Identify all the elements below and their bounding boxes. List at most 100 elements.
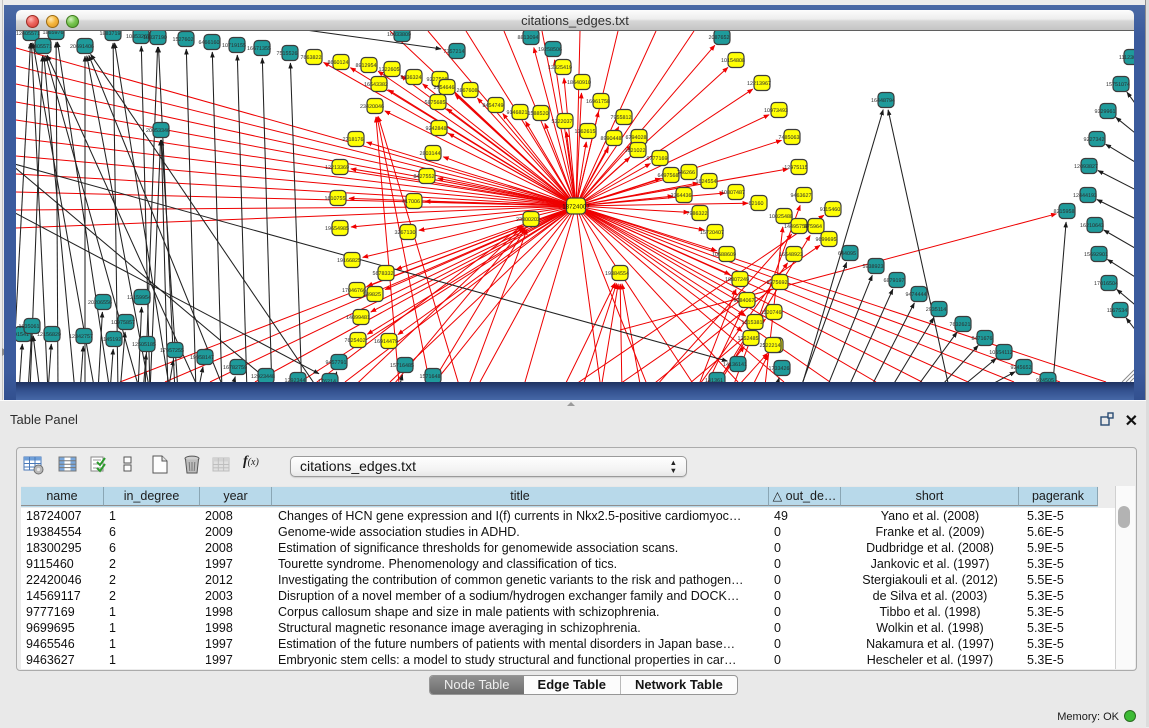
svg-text:6794028: 6794028 <box>626 135 647 141</box>
svg-text:6497568: 6497568 <box>658 173 679 179</box>
svg-text:1145192: 1145192 <box>101 337 122 343</box>
svg-text:16914479: 16914479 <box>374 339 398 345</box>
svg-text:62160: 62160 <box>749 201 764 207</box>
svg-text:16033809: 16033809 <box>387 32 411 38</box>
svg-text:176214: 176214 <box>318 379 336 382</box>
svg-text:19958147: 19958147 <box>190 355 214 361</box>
svg-text:16543382: 16543382 <box>364 82 388 88</box>
svg-text:15716485: 15716485 <box>390 363 414 369</box>
svg-text:19166825: 19166825 <box>337 258 361 264</box>
svg-text:6466160: 6466160 <box>199 40 220 46</box>
svg-text:1588520: 1588520 <box>528 111 549 117</box>
svg-text:19384554: 19384554 <box>605 271 629 277</box>
svg-text:14099481: 14099481 <box>346 315 370 321</box>
svg-text:16448794: 16448794 <box>871 98 895 104</box>
svg-text:8136324: 8136324 <box>401 75 422 81</box>
svg-text:8215958: 8215958 <box>1054 209 1075 215</box>
svg-text:9463627: 9463627 <box>791 193 812 199</box>
svg-text:9084067: 9084067 <box>734 298 755 304</box>
svg-text:1733426: 1733426 <box>769 366 790 372</box>
svg-text:9115460: 9115460 <box>820 207 841 213</box>
svg-text:12975115: 12975115 <box>784 165 808 171</box>
svg-text:12505185: 12505185 <box>132 342 156 348</box>
svg-text:8912954: 8912954 <box>356 63 377 69</box>
svg-text:1352485: 1352485 <box>738 336 759 342</box>
svg-text:2087652: 2087652 <box>709 35 730 41</box>
svg-text:10973493: 10973493 <box>764 108 788 114</box>
svg-text:10807487: 10807487 <box>721 190 745 196</box>
svg-text:1167534: 1167534 <box>1107 308 1128 314</box>
svg-text:2803144: 2803144 <box>420 151 441 157</box>
svg-text:1835061: 1835061 <box>19 324 40 330</box>
svg-text:18837190: 18837190 <box>143 35 167 41</box>
svg-text:1362615: 1362615 <box>575 129 596 135</box>
svg-text:644095: 644095 <box>838 251 856 257</box>
svg-text:8990448: 8990448 <box>601 136 622 142</box>
svg-text:15692901: 15692901 <box>1084 252 1108 258</box>
svg-text:23420046: 23420046 <box>360 104 384 110</box>
svg-text:12093827: 12093827 <box>1074 164 1098 170</box>
svg-text:7357214: 7357214 <box>444 49 465 55</box>
svg-text:7632621: 7632621 <box>950 322 971 328</box>
svg-text:10975857: 10975857 <box>111 320 135 326</box>
svg-text:1571648: 1571648 <box>420 374 441 380</box>
svg-text:2364436: 2364436 <box>671 193 692 199</box>
svg-text:7986322: 7986322 <box>687 211 708 217</box>
svg-text:8471676: 8471676 <box>972 336 993 342</box>
svg-text:15751074: 15751074 <box>1106 82 1130 88</box>
svg-text:2867608: 2867608 <box>457 88 478 94</box>
svg-text:12405571: 12405571 <box>16 31 40 37</box>
svg-text:12156829: 12156829 <box>37 332 61 338</box>
svg-text:1610755: 1610755 <box>325 196 346 202</box>
svg-text:9146821: 9146821 <box>507 110 528 116</box>
svg-text:2522214: 2522214 <box>760 343 781 349</box>
svg-text:10154808: 10154808 <box>721 58 745 64</box>
svg-text:15720407: 15720407 <box>700 230 724 236</box>
svg-text:7955812: 7955812 <box>611 115 632 121</box>
svg-text:7663822: 7663822 <box>301 55 322 61</box>
svg-text:141361: 141361 <box>705 378 723 382</box>
svg-text:1520746: 1520746 <box>761 310 782 316</box>
svg-text:1615381: 1615381 <box>742 320 763 326</box>
svg-text:5875685: 5875685 <box>425 100 446 106</box>
svg-text:9457791: 9457791 <box>326 360 347 366</box>
svg-text:17957255: 17957255 <box>160 348 184 354</box>
svg-text:19258506: 19258506 <box>538 47 562 53</box>
svg-text:2754646: 2754646 <box>434 85 455 91</box>
svg-text:19654985: 19654985 <box>325 226 349 232</box>
svg-text:16961758: 16961758 <box>586 99 610 105</box>
svg-text:5938923: 5938923 <box>863 264 884 270</box>
svg-text:16210643: 16210643 <box>1080 223 1104 229</box>
svg-text:8660124: 8660124 <box>328 60 349 66</box>
svg-text:18640910: 18640910 <box>567 80 591 86</box>
svg-text:12342757: 12342757 <box>69 334 93 340</box>
svg-text:14136141: 14136141 <box>723 362 747 368</box>
svg-text:10688609: 10688609 <box>712 252 736 258</box>
svg-text:9975692: 9975692 <box>767 280 788 286</box>
svg-text:10025488: 10025488 <box>769 214 793 220</box>
svg-text:12213967: 12213967 <box>747 81 771 87</box>
svg-text:1527602: 1527602 <box>173 37 194 43</box>
svg-text:7625402: 7625402 <box>345 338 366 344</box>
svg-text:18807249: 18807249 <box>725 277 749 283</box>
svg-text:20053346: 20053346 <box>146 128 170 134</box>
svg-text:1883719: 1883719 <box>100 31 121 37</box>
svg-text:12444193: 12444193 <box>1073 193 1097 199</box>
svg-text:9777169: 9777169 <box>647 156 668 162</box>
svg-text:975964: 975964 <box>804 224 822 230</box>
svg-text:924505: 924505 <box>1036 378 1054 382</box>
svg-text:1112303: 1112303 <box>1119 55 1134 61</box>
svg-text:10654112: 10654112 <box>989 350 1013 356</box>
svg-text:18724007: 18724007 <box>562 203 590 210</box>
svg-text:7515526: 7515526 <box>277 51 298 57</box>
svg-text:6879197: 6879197 <box>884 278 905 284</box>
svg-text:1865976: 1865976 <box>43 31 64 36</box>
svg-text:8427552: 8427552 <box>414 174 435 180</box>
svg-text:1624554: 1624554 <box>696 179 717 185</box>
svg-text:16782759: 16782759 <box>223 365 247 371</box>
svg-text:9329961: 9329961 <box>1095 109 1116 115</box>
svg-text:3267130: 3267130 <box>395 230 416 236</box>
svg-text:7485063: 7485063 <box>779 135 800 141</box>
svg-text:417006: 417006 <box>402 199 420 205</box>
svg-text:12405571: 12405571 <box>28 44 52 50</box>
